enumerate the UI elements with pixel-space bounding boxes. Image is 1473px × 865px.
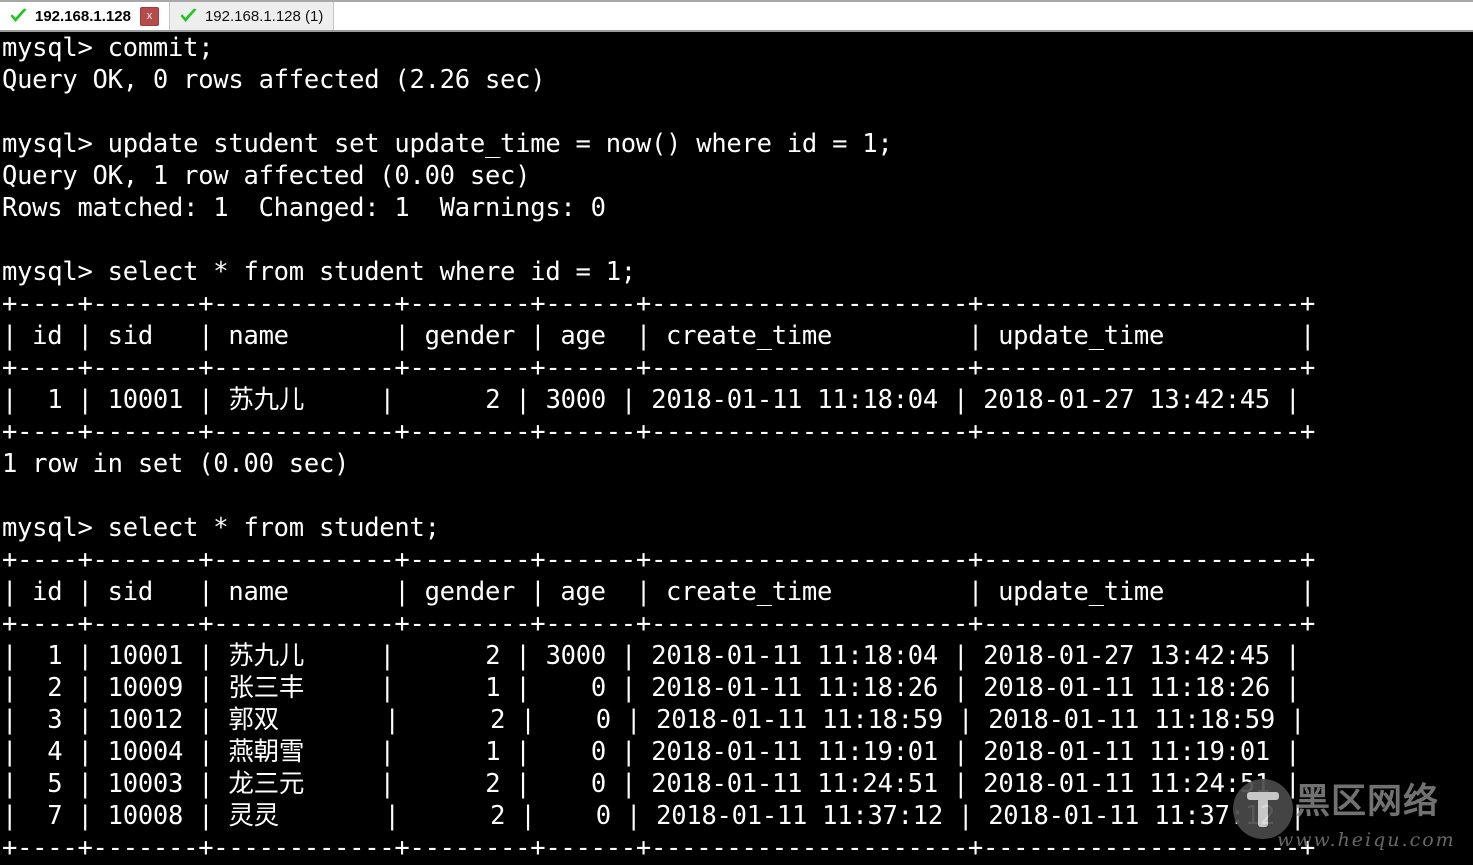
tab-bar: 192.168.1.128 x 192.168.1.128 (1) [0, 0, 1473, 32]
terminal-output: mysql> commit; Query OK, 0 rows affected… [2, 33, 1316, 863]
tab-label: 192.168.1.128 [35, 7, 131, 25]
check-icon [179, 8, 198, 25]
check-icon [9, 8, 28, 25]
tab-bar-filler [334, 2, 1473, 30]
tab-label: 192.168.1.128 (1) [204, 7, 324, 25]
close-icon[interactable]: x [139, 6, 159, 26]
terminal-screen[interactable]: mysql> commit; Query OK, 0 rows affected… [0, 32, 1473, 865]
terminal-tab-1[interactable]: 192.168.1.128 (1) [169, 2, 335, 30]
terminal-tab-0[interactable]: 192.168.1.128 x [0, 2, 170, 30]
watermark-site-name: 黑区网络 [1295, 782, 1440, 822]
